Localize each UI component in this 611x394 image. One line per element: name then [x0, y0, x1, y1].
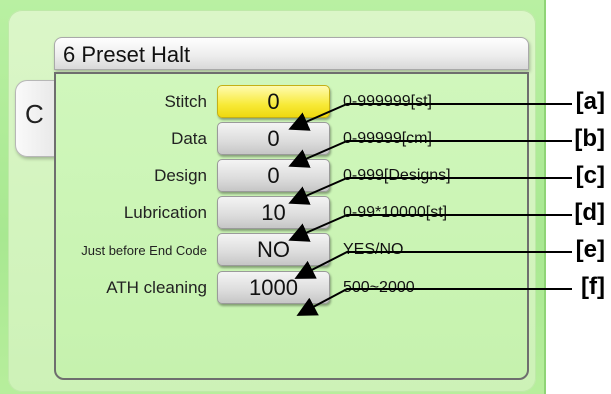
data-value-button[interactable]: 0	[217, 122, 330, 155]
setting-row-lubrication: Lubrication 10 0-99*10000[st]	[56, 195, 531, 231]
setting-label: ATH cleaning	[106, 278, 207, 297]
stitch-value-button[interactable]: 0	[217, 85, 330, 118]
tab-c-label: C	[25, 99, 44, 129]
setting-label: Design	[154, 166, 207, 185]
callout-label-b: [b]	[574, 125, 605, 152]
tab-c[interactable]: C	[15, 80, 56, 157]
page-title: 6 Preset Halt	[63, 42, 191, 67]
setting-label: Stitch	[164, 92, 207, 111]
callout-label-e: [e]	[575, 236, 605, 263]
callout-label-a: [a]	[575, 88, 605, 115]
lubrication-value-button[interactable]: 10	[217, 196, 330, 229]
setting-label: Data	[171, 129, 207, 148]
setting-row-end-code: Just before End Code NO YES/NO	[56, 232, 531, 268]
settings-panel: Stitch 0 0-999999[st] Data 0 0-99999[cm]…	[54, 72, 529, 380]
page-header: 6 Preset Halt	[54, 37, 529, 70]
callout-label-f: [f]	[581, 273, 605, 300]
setting-row-ath-cleaning: ATH cleaning 1000 500~2000	[56, 270, 531, 306]
setting-row-stitch: Stitch 0 0-999999[st]	[56, 84, 531, 120]
ath-cleaning-value-button[interactable]: 1000	[217, 271, 330, 304]
setting-range: 0-999999[st]	[343, 93, 432, 110]
setting-range: YES/NO	[343, 241, 404, 258]
design-value-button[interactable]: 0	[217, 159, 330, 192]
setting-range: 0-999[Designs]	[343, 167, 451, 184]
setting-range: 0-99*10000[st]	[343, 204, 448, 221]
setting-row-data: Data 0 0-99999[cm]	[56, 121, 531, 157]
setting-label: Lubrication	[123, 203, 207, 222]
setting-row-design: Design 0 0-999[Designs]	[56, 158, 531, 194]
callout-label-d: [d]	[574, 199, 605, 226]
setting-label: Just before End Code	[81, 243, 207, 258]
setting-range: 0-99999[cm]	[343, 130, 432, 147]
callout-label-c: [c]	[575, 162, 605, 189]
setting-range: 500~2000	[343, 279, 415, 296]
end-code-value-button[interactable]: NO	[217, 233, 330, 266]
